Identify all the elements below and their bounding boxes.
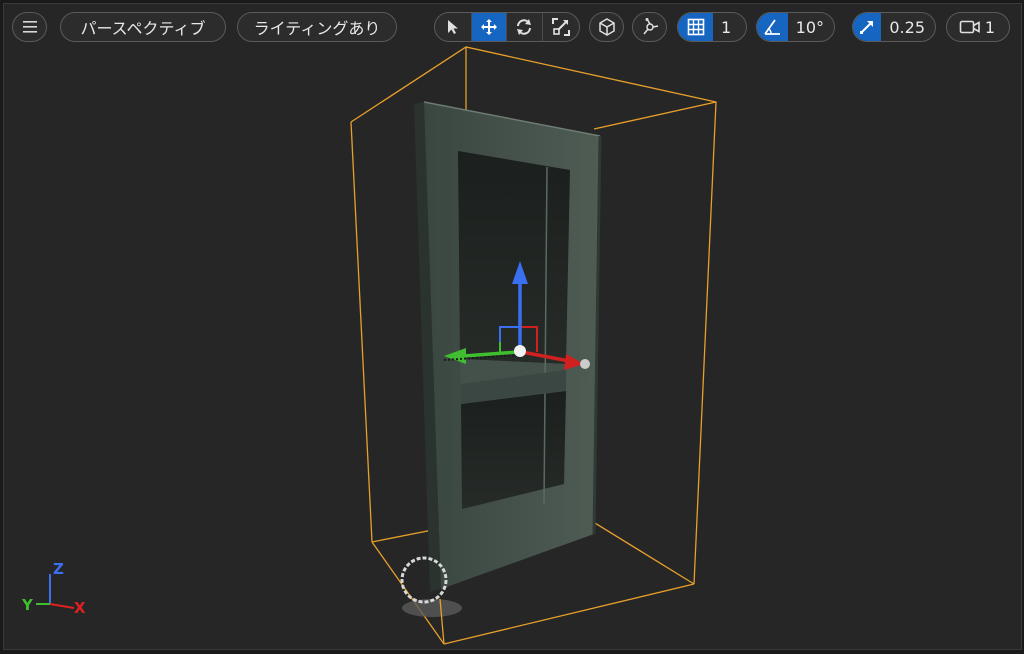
view-mode-dropdown[interactable]: パースペクティブ bbox=[60, 12, 226, 42]
grid-snap-value[interactable]: 1 bbox=[713, 18, 741, 37]
rotation-snap-value[interactable]: 10° bbox=[788, 18, 834, 37]
hamburger-menu-icon bbox=[22, 21, 37, 33]
scale-snap-toggle[interactable] bbox=[853, 13, 882, 41]
rotate-icon bbox=[517, 19, 532, 35]
surface-snap-toggle[interactable] bbox=[632, 12, 667, 42]
door-mesh bbox=[414, 101, 602, 592]
viewport-scene[interactable] bbox=[4, 4, 1021, 649]
lighting-mode-label: ライティングあり bbox=[253, 19, 381, 38]
angle-icon bbox=[764, 19, 781, 35]
scale-icon bbox=[551, 18, 570, 36]
scale-tool-button[interactable] bbox=[541, 13, 579, 41]
axis-orientation-indicator: Z X Y bbox=[21, 560, 86, 617]
move-arrows-icon bbox=[480, 19, 497, 35]
grid-icon bbox=[687, 18, 704, 36]
scale-snap-value[interactable]: 0.25 bbox=[881, 18, 935, 37]
axis-y-label: Y bbox=[21, 596, 34, 614]
rotate-tool-button[interactable] bbox=[506, 13, 542, 41]
select-tool-button[interactable] bbox=[435, 13, 471, 41]
world-local-toggle[interactable] bbox=[589, 12, 624, 42]
lighting-mode-dropdown[interactable]: ライティングあり bbox=[237, 12, 397, 42]
view-mode-label: パースペクティブ bbox=[80, 19, 206, 38]
scale-snap-icon bbox=[860, 21, 874, 34]
world-space-icon bbox=[598, 18, 615, 36]
rotation-snap-control: 10° bbox=[756, 12, 835, 42]
axis-x-label: X bbox=[74, 599, 86, 617]
cursor-arrow-icon bbox=[447, 20, 458, 34]
viewport-toolbar: パースペクティブ ライティングあり 1 10° 0.25 1 bbox=[4, 4, 1021, 50]
rotation-snap-toggle[interactable] bbox=[757, 13, 788, 41]
camera-speed-value: 1 bbox=[984, 17, 996, 37]
grid-snap-toggle[interactable] bbox=[678, 13, 713, 41]
axis-z-label: Z bbox=[53, 560, 64, 578]
transform-tools-group bbox=[434, 12, 580, 42]
scale-snap-control: 0.25 bbox=[852, 12, 936, 42]
grid-snap-control: 1 bbox=[677, 12, 747, 42]
camera-speed-button[interactable]: 1 bbox=[946, 12, 1010, 42]
surface-snap-icon bbox=[642, 18, 658, 35]
level-viewport[interactable]: パースペクティブ ライティングあり 1 10° 0.25 1 Z X Y bbox=[3, 3, 1022, 650]
viewport-options-button[interactable] bbox=[12, 12, 47, 42]
camera-icon bbox=[959, 20, 980, 34]
translate-tool-button[interactable] bbox=[470, 13, 507, 41]
